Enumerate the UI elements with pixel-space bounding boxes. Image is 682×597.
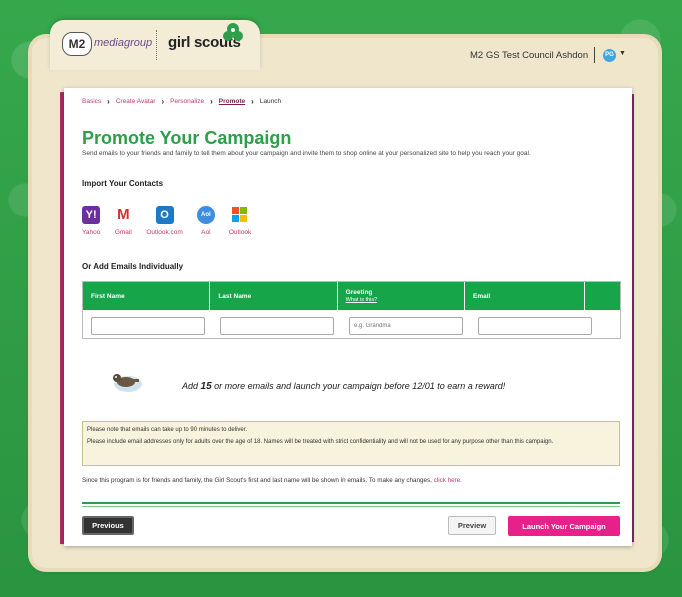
email-entry-table: First Name Last Name Greeting What is th… <box>82 281 621 339</box>
cell-greeting <box>341 314 470 335</box>
chevron-right-icon: › <box>107 97 110 106</box>
provider-label: Gmail <box>114 229 132 236</box>
greeting-input[interactable] <box>349 316 463 335</box>
preview-button[interactable]: Preview <box>448 516 496 535</box>
provider-yahoo[interactable]: Y! Yahoo <box>82 206 100 236</box>
notice-box: Please note that emails can take up to 9… <box>82 421 620 466</box>
user-name[interactable]: M2 GS Test Council Ashdon <box>470 50 588 61</box>
header-first-name: First Name <box>83 282 211 310</box>
gmail-icon: M <box>114 206 133 224</box>
name-display-text: Since this program is for friends and fa… <box>82 477 434 484</box>
windows-outlook-icon <box>232 207 248 222</box>
trefoil-icon <box>223 23 243 41</box>
chevron-down-icon[interactable]: ▼ <box>619 50 626 57</box>
header-last-name: Last Name <box>210 282 338 310</box>
header-greeting: Greeting What is this? <box>338 282 465 310</box>
provider-label: Outlook <box>228 229 252 236</box>
header-greeting-label: Greeting <box>345 289 373 296</box>
breadcrumb: Basics › Create Avatar › Personalize › P… <box>82 97 281 106</box>
reward-prefix: Add <box>182 381 201 391</box>
provider-label: Outlook.com <box>146 229 183 236</box>
import-contacts-heading: Import Your Contacts <box>82 179 164 188</box>
add-individually-heading: Or Add Emails Individually <box>82 262 184 271</box>
provider-outlook[interactable]: Outlook <box>229 206 251 236</box>
email-input[interactable] <box>478 316 592 335</box>
header-divider <box>594 47 595 63</box>
cell-first-name <box>83 314 212 335</box>
reward-count: 15 <box>200 381 212 392</box>
provider-outlook-com[interactable]: O Outlook.com <box>146 206 183 236</box>
reward-message: Add 15 or more emails and launch your ca… <box>182 381 505 392</box>
contact-providers: Y! Yahoo M Gmail O Outlook.com Aol Aol O… <box>82 206 251 236</box>
notice-delivery: Please note that emails can take up to 9… <box>87 427 248 433</box>
page-title: Promote Your Campaign <box>82 128 292 148</box>
logo-divider <box>156 30 157 60</box>
m2-logo: M2 <box>62 32 92 56</box>
first-name-input[interactable] <box>91 316 205 335</box>
page-subtitle: Send emails to your friends and family t… <box>82 150 531 157</box>
click-here-link[interactable]: click here. <box>434 477 462 484</box>
reward-suffix: or more emails and launch your campaign … <box>211 381 506 391</box>
main-card: Basics › Create Avatar › Personalize › P… <box>64 88 632 546</box>
table-header: First Name Last Name Greeting What is th… <box>83 282 620 310</box>
breadcrumb-personalize[interactable]: Personalize <box>170 98 204 105</box>
yahoo-icon: Y! <box>82 206 101 224</box>
breadcrumb-create-avatar[interactable]: Create Avatar <box>116 98 156 105</box>
cell-last-name <box>212 314 341 335</box>
header-email: Email <box>465 282 585 310</box>
chevron-right-icon: › <box>210 97 213 106</box>
reward-mascot-icon <box>113 374 142 392</box>
header-spacer <box>585 282 621 310</box>
cell-email <box>470 314 592 335</box>
aol-icon: Aol <box>196 206 215 224</box>
breadcrumb-basics[interactable]: Basics <box>82 98 101 105</box>
previous-button[interactable]: Previous <box>82 516 134 535</box>
provider-label: Aol <box>201 229 211 236</box>
outlook-com-icon: O <box>155 206 174 224</box>
notice-privacy: Please include email addresses only for … <box>87 439 554 445</box>
divider <box>82 506 620 507</box>
avatar[interactable]: PG <box>603 49 616 62</box>
chevron-right-icon: › <box>161 97 165 106</box>
provider-aol[interactable]: Aol Aol <box>196 206 215 236</box>
breadcrumb-promote: Promote <box>218 98 246 105</box>
last-name-input[interactable] <box>220 316 334 335</box>
divider <box>82 502 620 504</box>
name-display-note: Since this program is for friends and fa… <box>82 477 622 484</box>
provider-gmail[interactable]: M Gmail <box>114 206 133 236</box>
greeting-help-link[interactable]: What is this? <box>346 297 456 303</box>
launch-campaign-button[interactable]: Launch Your Campaign <box>508 516 620 536</box>
provider-label: Yahoo <box>82 229 101 236</box>
breadcrumb-launch: Launch <box>259 98 282 105</box>
m2-brand-text: mediagroup <box>94 37 153 49</box>
chevron-right-icon: › <box>251 97 254 106</box>
table-row <box>83 310 620 338</box>
